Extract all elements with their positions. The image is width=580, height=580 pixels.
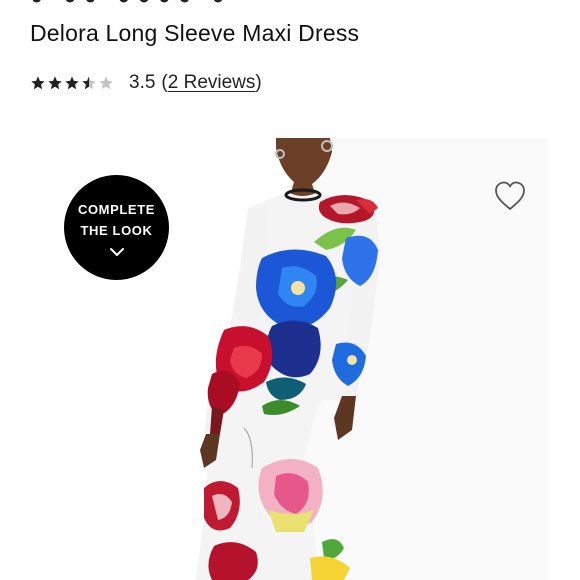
product-page: ● ●● ●●●● ● Delora Long Sleeve Maxi Dres… <box>0 0 580 580</box>
brand-name-cropped: ● ●● ●●●● ● <box>30 0 280 6</box>
reviews-link[interactable]: 2 Reviews <box>168 72 256 94</box>
reviews-close-paren: ) <box>255 72 262 93</box>
chevron-down-icon <box>109 247 124 256</box>
rating-value: 3.5 <box>129 72 156 93</box>
product-title: Delora Long Sleeve Maxi Dress <box>30 20 360 46</box>
star-full-icon <box>48 76 62 90</box>
complete-the-look-line1: COMPLETE <box>77 201 156 217</box>
rating-row: 3.5 (2 Reviews) <box>30 70 262 96</box>
star-empty-icon <box>99 76 113 90</box>
star-half-icon <box>82 76 96 90</box>
complete-the-look-button[interactable]: COMPLETE THE LOOK <box>64 175 169 280</box>
star-rating <box>30 75 114 91</box>
heart-icon[interactable] <box>493 180 527 212</box>
complete-the-look-line2: THE LOOK <box>80 222 153 238</box>
star-full-icon <box>31 76 45 90</box>
star-full-icon <box>65 76 79 90</box>
